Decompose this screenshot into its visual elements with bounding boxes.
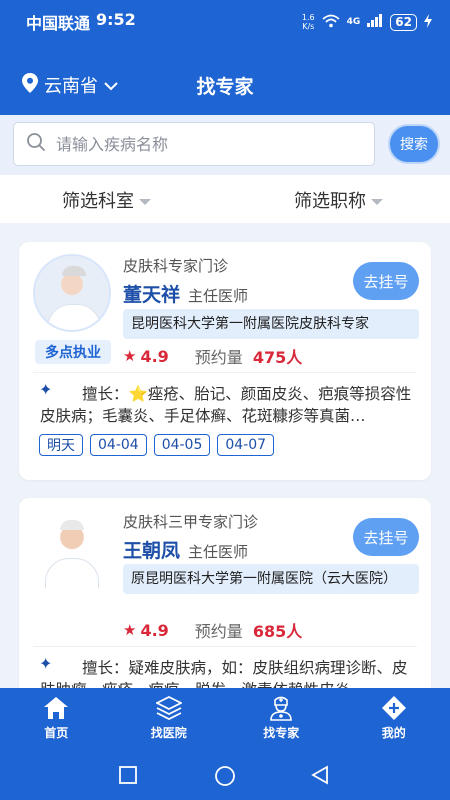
hospital-name: 昆明医科大学第一附属医院皮肤科专家 xyxy=(123,309,419,339)
system-nav-bar xyxy=(0,748,450,800)
net-speed: 1.6 K/s xyxy=(301,13,315,31)
hospital-name: 原昆明医科大学第一附属医院（云大医院） xyxy=(123,564,419,594)
appointment-label: 预约量 xyxy=(194,622,243,641)
search-icon xyxy=(26,132,46,156)
back-icon[interactable] xyxy=(310,765,330,789)
carrier: 中国联通 xyxy=(26,14,91,33)
date-chip[interactable]: 04-05 xyxy=(153,434,211,456)
specialty-text: 擅长：⭐痤疮、胎记、颜面皮炎、疤痕等损容性皮肤病；毛囊炎、手足体癣、花斑糠疹等真… xyxy=(40,385,412,425)
divider xyxy=(33,646,417,647)
battery-icon: 62 xyxy=(390,13,417,31)
top-bar: 中国联通 9:52 1.6 K/s 4G 62 云南省 找专家 xyxy=(0,0,450,115)
layers-icon xyxy=(155,695,182,720)
filter-title[interactable]: 筛选职称 xyxy=(294,187,383,213)
filter-department[interactable]: 筛选科室 xyxy=(62,187,151,213)
book-button[interactable]: 去挂号 xyxy=(353,518,419,556)
nav-label: 找医院 xyxy=(150,725,187,740)
page-title: 找专家 xyxy=(196,76,254,98)
diamond-plus-icon xyxy=(381,695,407,720)
available-dates: 明天 04-04 04-05 04-07 xyxy=(39,434,275,456)
doctor-stats: ★ 4.9 预约量 475人 xyxy=(123,344,302,368)
clinic-name: 皮肤科专家门诊 xyxy=(123,257,229,275)
doctor-card[interactable]: 多点执业 皮肤科专家门诊 董天祥 主任医师 去挂号 昆明医科大学第一附属医院皮肤… xyxy=(19,242,431,480)
clinic-name: 皮肤科三甲专家门诊 xyxy=(123,513,259,531)
home-button-icon[interactable] xyxy=(214,765,236,791)
doctor-card[interactable]: 皮肤科三甲专家门诊 王朝凤 主任医师 去挂号 原昆明医科大学第一附属医院（云大医… xyxy=(19,498,431,708)
date-chip[interactable]: 明天 xyxy=(39,434,83,456)
book-button[interactable]: 去挂号 xyxy=(353,262,419,300)
wifi-icon xyxy=(322,14,340,31)
recent-apps-icon[interactable] xyxy=(118,765,138,789)
nav-label: 找专家 xyxy=(263,725,300,740)
doctor-name: 董天祥 xyxy=(123,284,181,306)
status-bar: 中国联通 9:52 1.6 K/s 4G 62 xyxy=(0,0,450,44)
date-chip[interactable]: 04-04 xyxy=(90,434,147,456)
divider xyxy=(33,372,417,373)
search-button[interactable]: 搜索 xyxy=(388,124,440,164)
doctor-name: 王朝凤 xyxy=(123,540,181,562)
charging-icon xyxy=(424,13,432,31)
doctor-icon xyxy=(268,696,294,721)
clock: 9:52 xyxy=(96,10,136,29)
doctor-title: 主任医师 xyxy=(188,287,249,305)
bottom-nav: 首页 找医院 找专家 我的 xyxy=(0,688,450,748)
doctor-stats: ★ 4.9 预约量 685人 xyxy=(123,618,302,642)
filter-title-label: 筛选职称 xyxy=(294,191,366,212)
caret-down-icon xyxy=(371,199,383,205)
appointment-count: 475人 xyxy=(252,348,303,367)
signal-icon xyxy=(367,14,383,30)
date-chip[interactable]: 04-07 xyxy=(217,434,275,456)
appointment-count: 685人 xyxy=(252,622,303,641)
doctor-title: 主任医师 xyxy=(188,543,249,561)
home-icon xyxy=(43,696,69,720)
appointment-label: 预约量 xyxy=(194,348,243,367)
doctor-avatar xyxy=(33,510,111,588)
star-icon: ★ xyxy=(123,347,137,365)
nav-hospitals[interactable]: 找医院 xyxy=(113,688,226,748)
header-row: 云南省 找专家 xyxy=(0,62,450,106)
filter-bar: 筛选科室 筛选职称 xyxy=(0,175,450,223)
caret-down-icon xyxy=(139,199,151,205)
nav-experts[interactable]: 找专家 xyxy=(225,688,338,748)
rating: 4.9 xyxy=(140,346,169,366)
doctor-avatar xyxy=(33,254,111,332)
rating: 4.9 xyxy=(140,620,169,640)
star-icon: ★ xyxy=(123,621,137,639)
nav-label: 首页 xyxy=(44,725,69,740)
nav-mine[interactable]: 我的 xyxy=(338,688,450,748)
network-type: 4G xyxy=(346,17,361,27)
nav-label: 我的 xyxy=(381,725,406,740)
nav-home[interactable]: 首页 xyxy=(0,688,113,748)
search-bar: 搜索 xyxy=(0,115,450,175)
search-input[interactable] xyxy=(56,134,346,154)
filter-department-label: 筛选科室 xyxy=(62,191,134,212)
search-box xyxy=(13,122,375,166)
multi-practice-badge: 多点执业 xyxy=(35,340,111,364)
